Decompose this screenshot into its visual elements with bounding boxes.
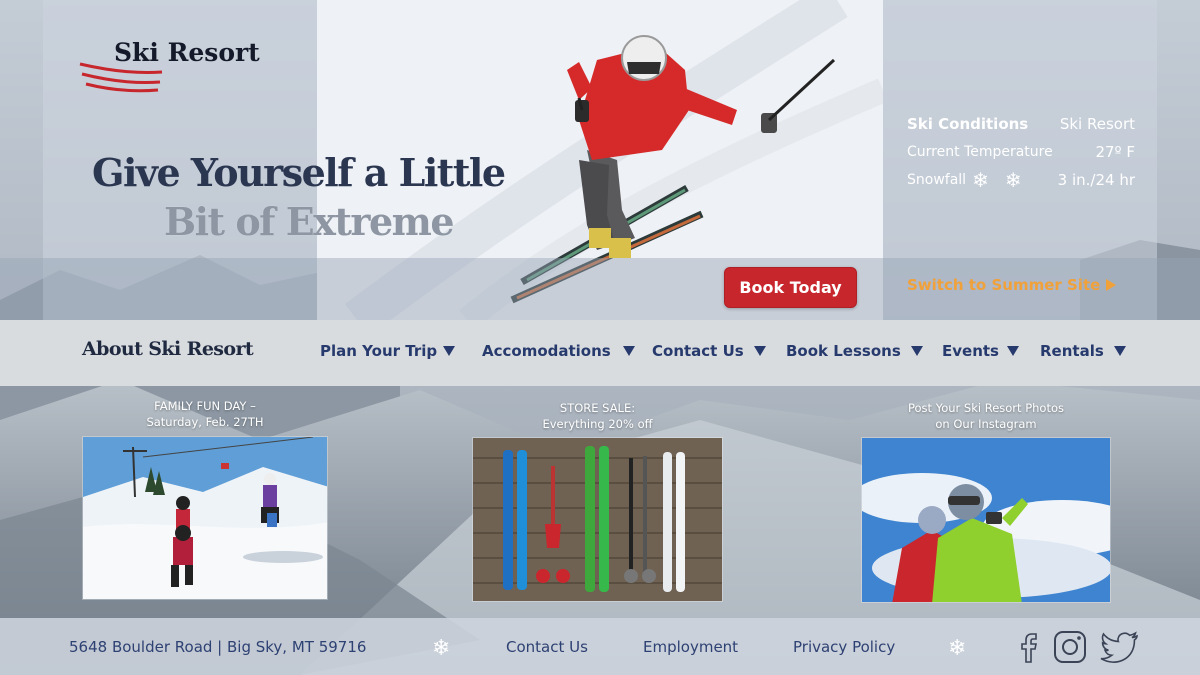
promo-family-fun-day[interactable]: FAMILY FUN DAY – Saturday, Feb. 27TH <box>82 398 328 600</box>
snowflake-icon: ❄ <box>972 168 989 192</box>
nav-about-ski-resort[interactable]: About Ski Resort <box>82 338 254 360</box>
temperature-value: 27º F <box>1095 143 1135 161</box>
conditions-location: Ski Resort <box>1059 115 1135 133</box>
nav-plan-your-trip[interactable]: Plan Your Trip <box>320 342 456 360</box>
facebook-icon[interactable] <box>1018 630 1040 664</box>
nav-item-label: Plan Your Trip <box>320 342 438 360</box>
promo-caption: FAMILY FUN DAY – Saturday, Feb. 27TH <box>82 398 328 430</box>
dropdown-triangle-icon <box>910 346 923 356</box>
headline-line-1: Give Yourself a Little <box>92 150 506 195</box>
snowflake-icon: ❄ <box>948 636 967 661</box>
instagram-icon[interactable] <box>1053 630 1087 664</box>
nav-contact-us[interactable]: Contact Us <box>652 342 766 360</box>
promo-caption-line-1: Post Your Ski Resort Photos <box>908 401 1064 415</box>
footer-privacy-link[interactable]: Privacy Policy <box>793 638 895 656</box>
main-nav: About Ski Resort Plan Your Trip Accomoda… <box>0 320 1200 386</box>
dropdown-triangle-icon <box>1006 346 1019 356</box>
footer-contact-link[interactable]: Contact Us <box>506 638 588 656</box>
footer-address: 5648 Boulder Road | Big Sky, MT 59716 <box>69 638 367 656</box>
site-footer: 5648 Boulder Road | Big Sky, MT 59716 ❄ … <box>0 618 1200 675</box>
nav-events[interactable]: Events <box>942 342 1019 360</box>
promo-caption-line-1: STORE SALE: <box>559 401 636 415</box>
dropdown-triangle-icon <box>1113 346 1126 356</box>
temperature-label: Current Temperature <box>907 144 1053 160</box>
dropdown-triangle-icon <box>753 346 766 356</box>
switch-to-summer-link[interactable]: Switch to Summer Site <box>907 276 1117 294</box>
promo-store-sale[interactable]: STORE SALE: Everything 20% off <box>472 400 723 602</box>
nav-accomodations[interactable]: Accomodations <box>482 342 635 360</box>
promo-image-family-skiing[interactable] <box>82 436 328 600</box>
promo-caption-line-2: on Our Instagram <box>935 417 1037 431</box>
promo-image-skiers-selfie[interactable] <box>861 437 1111 603</box>
nav-item-label: Book Lessons <box>786 342 901 360</box>
summer-link-label: Switch to Summer Site <box>907 276 1101 294</box>
play-triangle-icon <box>1106 279 1117 291</box>
footer-employment-link[interactable]: Employment <box>643 638 738 656</box>
snowflake-icon: ❄ <box>432 636 451 661</box>
promo-caption-line-2: Everything 20% off <box>542 417 653 431</box>
promo-instagram[interactable]: Post Your Ski Resort Photos on Our Insta… <box>861 400 1111 603</box>
snowfall-value: 3 in./24 hr <box>1057 171 1135 189</box>
nav-rentals[interactable]: Rentals <box>1040 342 1126 360</box>
nav-item-label: Contact Us <box>652 342 744 360</box>
twitter-icon[interactable] <box>1100 630 1140 664</box>
nav-item-label: Accomodations <box>482 342 611 360</box>
promo-image-ski-gear[interactable] <box>472 437 723 602</box>
book-today-button[interactable]: Book Today <box>724 267 857 308</box>
snowflake-icon: ❄ <box>1004 168 1022 192</box>
swoosh-icon <box>79 62 163 93</box>
conditions-title: Ski Conditions <box>907 115 1029 133</box>
headline-line-2: Bit of Extreme <box>164 199 455 244</box>
promo-caption: Post Your Ski Resort Photos on Our Insta… <box>861 400 1111 432</box>
nav-book-lessons[interactable]: Book Lessons <box>786 342 923 360</box>
dropdown-triangle-icon <box>622 346 635 356</box>
snowfall-label: Snowfall <box>907 172 967 188</box>
promo-caption-line-1: FAMILY FUN DAY – <box>154 399 256 413</box>
nav-item-label: Events <box>942 342 999 360</box>
hero-headline: Give Yourself a Little Bit of Extreme <box>92 150 506 244</box>
dropdown-triangle-icon <box>443 346 456 356</box>
promo-caption: STORE SALE: Everything 20% off <box>472 400 723 432</box>
nav-item-label: Rentals <box>1040 342 1104 360</box>
promo-caption-line-2: Saturday, Feb. 27TH <box>146 415 264 429</box>
brand-logo[interactable]: Ski Resort <box>76 36 296 100</box>
ski-conditions-panel: Ski Conditions Ski Resort Current Temper… <box>907 110 1135 194</box>
